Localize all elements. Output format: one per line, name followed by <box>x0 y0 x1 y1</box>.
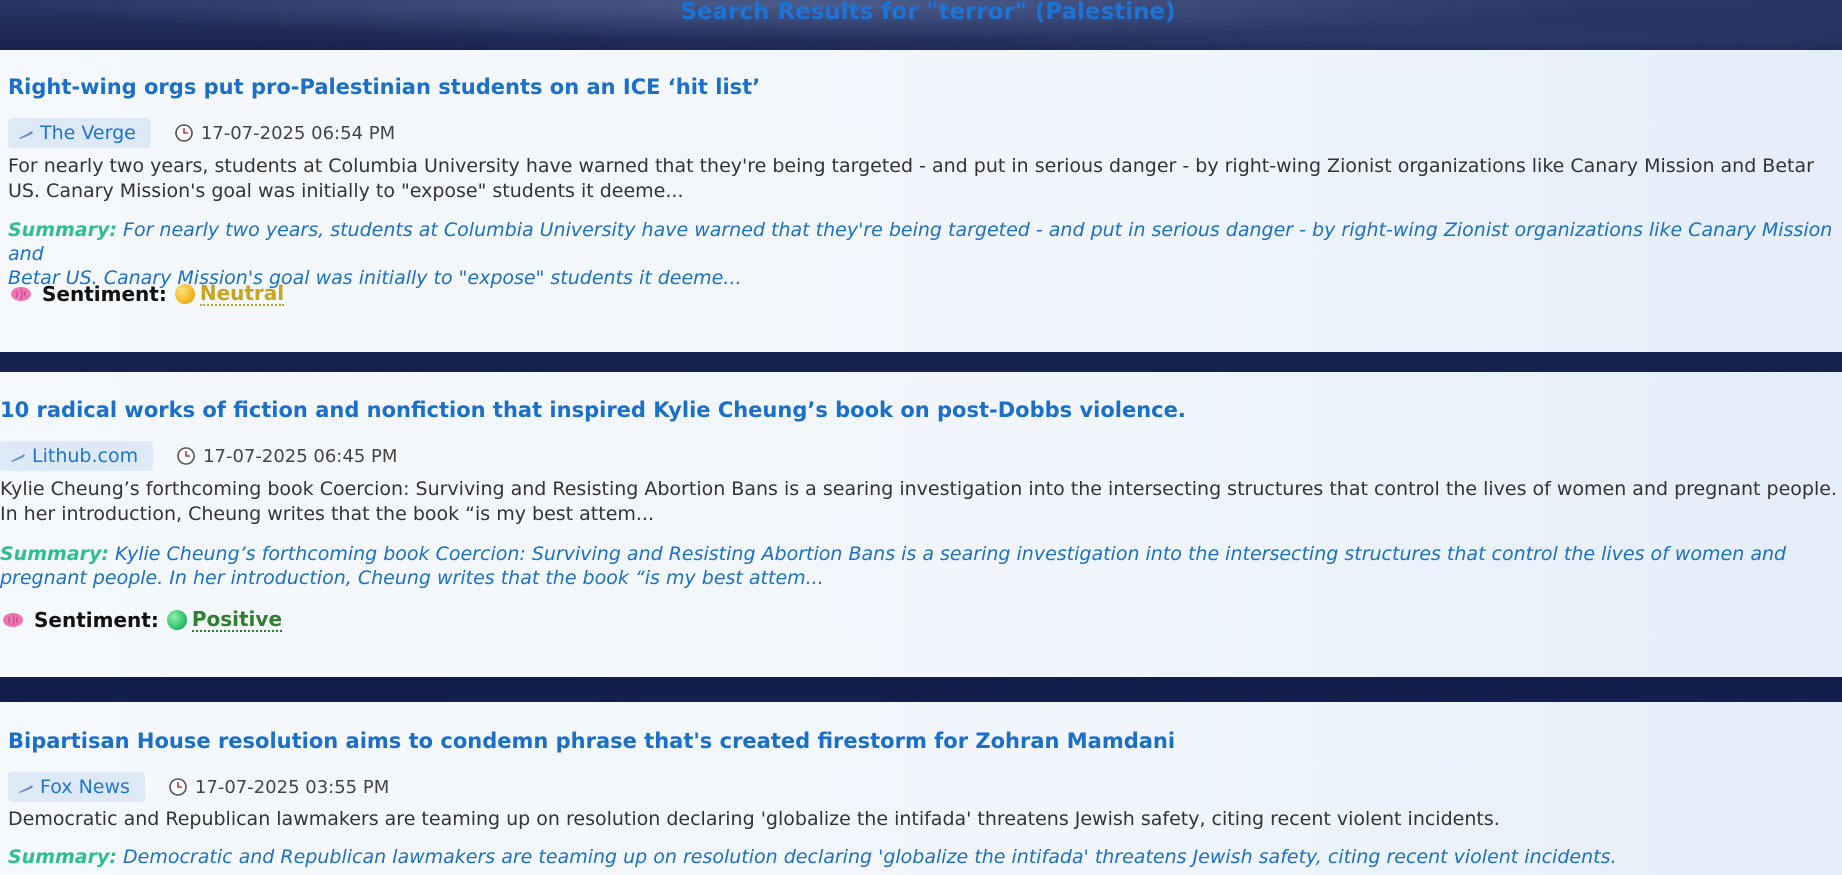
article-description: For nearly two years, students at Columb… <box>8 154 1842 204</box>
sentiment-label: Sentiment: <box>42 282 167 306</box>
article-title-link[interactable]: 10 radical works of fiction and nonficti… <box>0 398 1186 422</box>
summary-line: Summary: Kylie Cheung’s forthcoming book… <box>0 542 1842 566</box>
sentiment-label: Sentiment: <box>34 608 159 632</box>
summary-line: pregnant people. In her introduction, Ch… <box>0 567 824 589</box>
article-date: 17-07-2025 06:54 PM <box>200 122 396 144</box>
summary-label: Summary: <box>8 219 117 241</box>
clock-icon <box>177 447 195 465</box>
description-line: In her introduction, Cheung writes that … <box>0 503 655 525</box>
clock-icon <box>169 778 187 796</box>
summary-text: Kylie Cheung’s forthcoming book Coercion… <box>115 543 1787 565</box>
description-line: Democratic and Republican lawmakers are … <box>8 808 1500 830</box>
green-dot-icon <box>166 610 187 630</box>
source-badge[interactable]: Fox News <box>8 772 145 802</box>
pen-icon <box>19 785 33 793</box>
article-description: Kylie Cheung’s forthcoming book Coercion… <box>0 477 1842 527</box>
page-header: Search Results for "terror" (Palestine) <box>0 0 1842 50</box>
article-summary: Summary: Democratic and Republican lawma… <box>8 845 1842 869</box>
brain-icon <box>11 287 31 301</box>
source-name: The Verge <box>40 122 136 144</box>
description-line: For nearly two years, students at Columb… <box>8 155 1814 177</box>
article-card: Bipartisan House resolution aims to cond… <box>0 702 1842 875</box>
clock-icon <box>175 124 193 142</box>
source-name: Lithub.com <box>32 445 139 467</box>
summary-line: Summary: For nearly two years, students … <box>8 218 1842 266</box>
source-name: Fox News <box>40 776 130 798</box>
summary-text: Democratic and Republican lawmakers are … <box>123 846 1617 868</box>
article-meta: The Verge 17-07-2025 06:54 PM <box>8 118 395 148</box>
description-line: Kylie Cheung’s forthcoming book Coercion… <box>0 478 1837 500</box>
description-line: US. Canary Mission's goal was initially … <box>8 180 684 202</box>
source-badge[interactable]: The Verge <box>8 118 151 148</box>
article-description: Democratic and Republican lawmakers are … <box>8 807 1842 832</box>
article-card: Right-wing orgs put pro-Palestinian stud… <box>0 50 1842 352</box>
brain-icon <box>3 613 23 627</box>
summary-label: Summary: <box>8 846 117 868</box>
article-date: 17-07-2025 03:55 PM <box>194 776 390 798</box>
summary-label: Summary: <box>0 543 109 565</box>
article-card: 10 radical works of fiction and nonficti… <box>0 372 1842 677</box>
source-badge[interactable]: Lithub.com <box>0 441 154 471</box>
article-date: 17-07-2025 06:45 PM <box>203 445 398 467</box>
page-title: Search Results for "terror" (Palestine) <box>680 0 1176 25</box>
article-meta: Fox News 17-07-2025 03:55 PM <box>8 772 389 802</box>
summary-text: For nearly two years, students at Columb… <box>8 219 1833 265</box>
article-title-link[interactable]: Right-wing orgs put pro-Palestinian stud… <box>8 75 760 99</box>
sentiment-value[interactable]: Neutral <box>199 282 285 306</box>
pen-icon <box>19 131 33 139</box>
sentiment-row: Sentiment: Neutral <box>10 282 285 306</box>
sentiment-row: Sentiment: Positive <box>2 608 283 632</box>
article-meta: Lithub.com 17-07-2025 06:45 PM <box>0 441 397 471</box>
article-title-link[interactable]: Bipartisan House resolution aims to cond… <box>8 729 1175 753</box>
article-summary: Summary: For nearly two years, students … <box>8 218 1842 290</box>
sentiment-value[interactable]: Positive <box>191 608 283 632</box>
summary-line: Summary: Democratic and Republican lawma… <box>8 845 1842 869</box>
article-summary: Summary: Kylie Cheung’s forthcoming book… <box>0 542 1842 590</box>
pen-icon <box>11 454 25 462</box>
yellow-dot-icon <box>174 284 195 304</box>
